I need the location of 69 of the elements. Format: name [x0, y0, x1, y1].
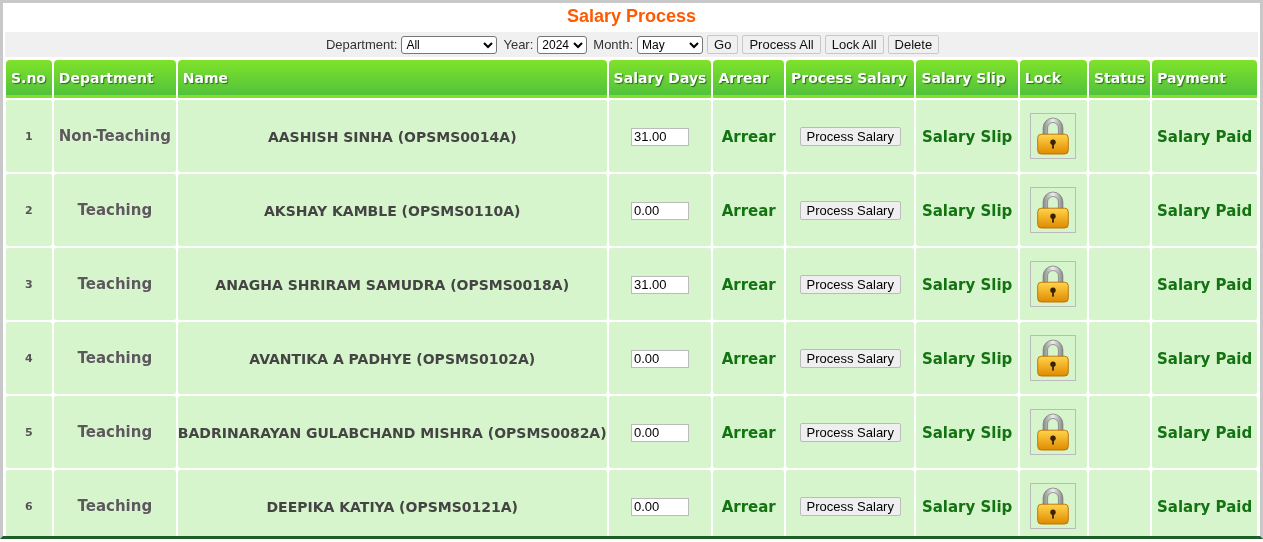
column-header: Process Salary [786, 60, 915, 98]
toolbar-button[interactable]: Lock All [824, 35, 884, 54]
padlock-icon [1035, 412, 1072, 452]
column-header: Name [177, 60, 607, 98]
employee-name: BADRINARAYAN GULABCHAND MISHRA (OPSMS0082A) [177, 424, 607, 441]
table-cell: Teaching [53, 396, 176, 468]
toolbar-button[interactable]: Go [707, 35, 739, 54]
table-cell: 3 [6, 248, 52, 320]
column-header: Status [1088, 60, 1151, 98]
padlock-icon [1035, 486, 1072, 526]
table-cell: Teaching [53, 322, 176, 394]
dropdown[interactable]: 2024 [537, 35, 588, 54]
table-cell: 5 [6, 396, 52, 468]
toolbar-button[interactable]: Delete [887, 35, 940, 54]
column-header: S.no [6, 60, 52, 98]
page-title: Salary Process [565, 5, 698, 28]
dropdown[interactable]: All [401, 35, 498, 54]
toolbar-button[interactable]: Process All [742, 35, 821, 54]
employee-name: AASHISH SINHA (OPSMS0014A) [267, 128, 517, 145]
padlock-icon [1035, 190, 1072, 230]
filter-label: Year: [503, 37, 534, 52]
lock-button[interactable] [1030, 113, 1077, 159]
employee-name: ANAGHA SHRIRAM SAMUDRA (OPSMS0018A) [215, 276, 570, 293]
table-cell: Teaching [53, 174, 176, 246]
days-input[interactable]: 31.00 [631, 275, 689, 294]
lock-button[interactable] [1030, 483, 1077, 529]
table-cell: Non-Teaching [53, 100, 176, 172]
table-cell: 2 [6, 174, 52, 246]
table-cell: Teaching [53, 470, 176, 536]
process-salary-button[interactable]: Process Salary [799, 349, 901, 368]
payment-status: Salary Paid [1157, 423, 1253, 442]
days-input[interactable]: 0.00 [631, 497, 689, 516]
filter-label: Department: [325, 37, 398, 52]
column-header: Department [53, 60, 176, 98]
table-cell: Teaching [53, 248, 176, 320]
column-header: Salary Slip [916, 60, 1018, 98]
table-cell: 1 [6, 100, 52, 172]
column-header: Arrear [713, 60, 785, 98]
payment-status: Salary Paid [1157, 275, 1253, 294]
column-header: Salary Days [608, 60, 712, 98]
payment-status: Salary Paid [1157, 127, 1253, 146]
process-salary-button[interactable]: Process Salary [799, 201, 901, 220]
process-salary-button[interactable]: Process Salary [799, 275, 901, 294]
payment-status: Salary Paid [1157, 497, 1253, 516]
employee-name: AKSHAY KAMBLE (OPSMS0110A) [263, 202, 521, 219]
lock-button[interactable] [1030, 261, 1077, 307]
padlock-icon [1035, 264, 1072, 304]
lock-button[interactable] [1030, 335, 1077, 381]
employee-name: AVANTIKA A PADHYE (OPSMS0102A) [249, 350, 536, 367]
filter-label: Month: [593, 37, 634, 52]
days-input[interactable]: 0.00 [631, 349, 689, 368]
days-input[interactable]: 31.00 [631, 127, 689, 146]
payment-status: Salary Paid [1157, 349, 1253, 368]
column-header: Lock [1019, 60, 1087, 98]
days-input[interactable]: 0.00 [631, 201, 689, 220]
process-salary-button[interactable]: Process Salary [799, 423, 901, 442]
process-salary-button[interactable]: Process Salary [799, 127, 901, 146]
dropdown[interactable]: May [637, 35, 704, 54]
lock-button[interactable] [1030, 187, 1077, 233]
padlock-icon [1035, 116, 1072, 156]
column-header: Payment [1152, 60, 1257, 98]
table-cell: 6 [6, 470, 52, 536]
lock-button[interactable] [1030, 409, 1077, 455]
payment-status: Salary Paid [1157, 201, 1253, 220]
table-cell: 4 [6, 322, 52, 394]
process-salary-button[interactable]: Process Salary [799, 497, 901, 516]
padlock-icon [1035, 338, 1072, 378]
employee-name: DEEPIKA KATIYA (OPSMS0121A) [266, 498, 518, 515]
days-input[interactable]: 0.00 [631, 423, 689, 442]
